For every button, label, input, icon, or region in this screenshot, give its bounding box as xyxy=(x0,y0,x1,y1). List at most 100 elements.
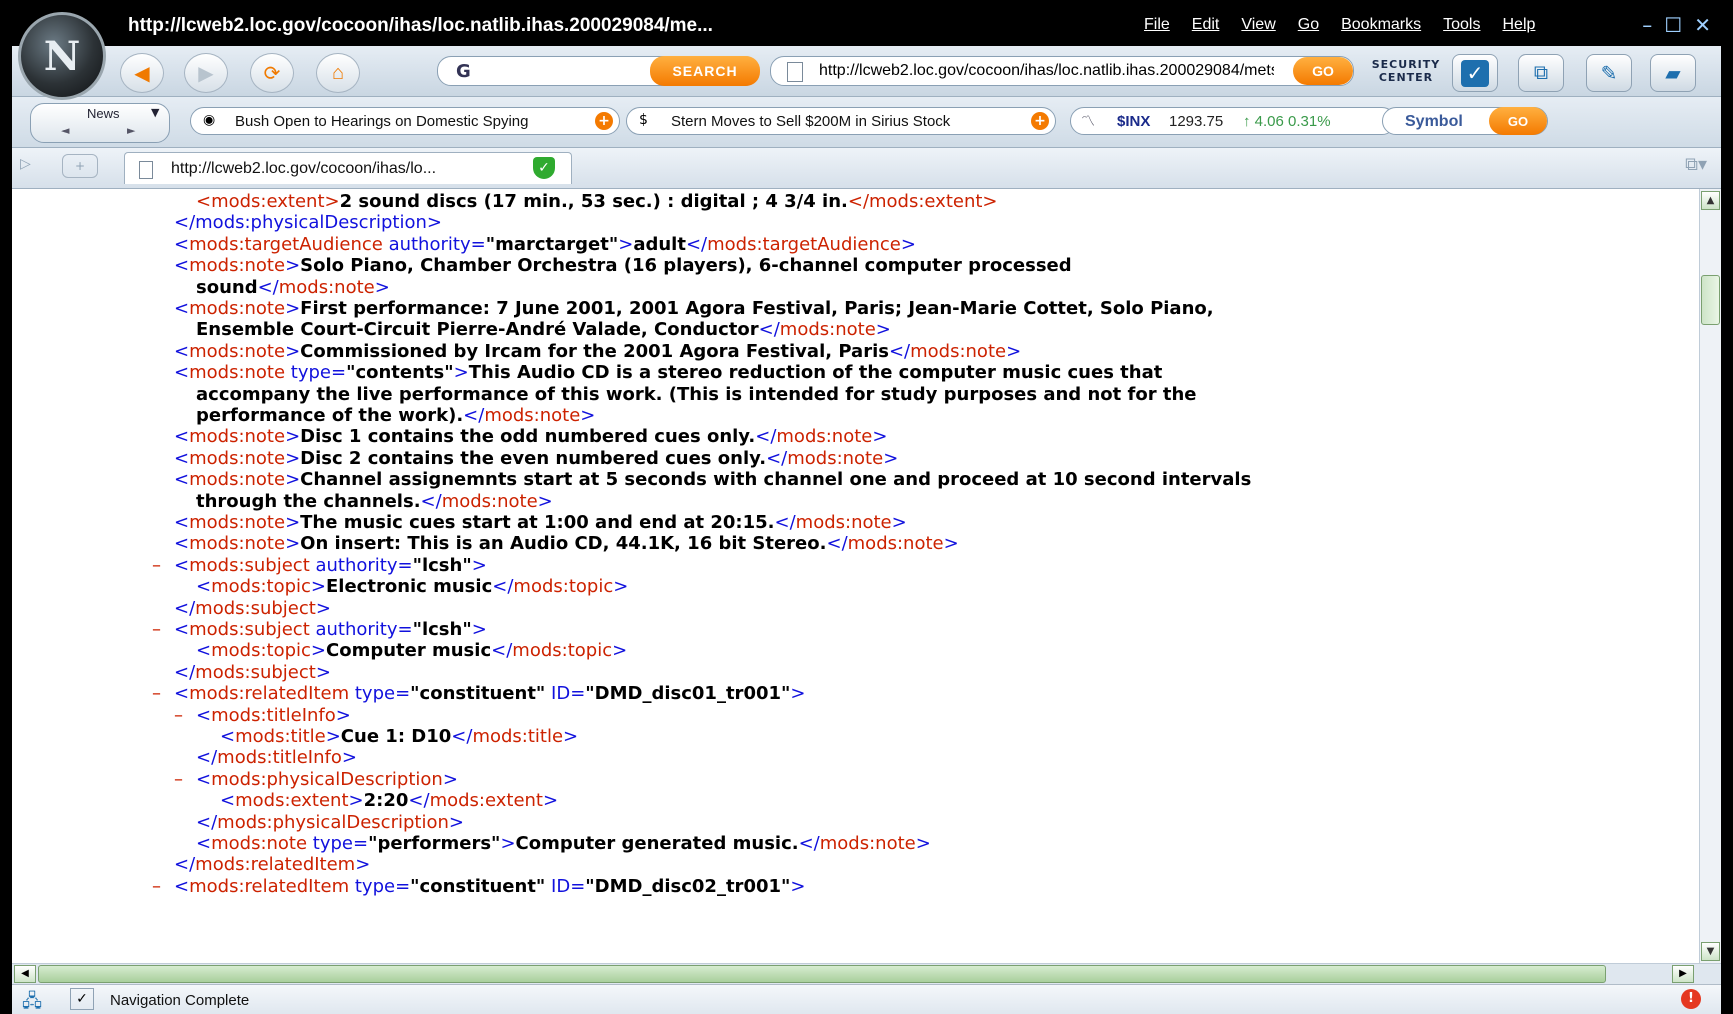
collapse-toggle[interactable]: – xyxy=(152,876,161,898)
security-shield-button[interactable]: ✓ xyxy=(1452,54,1498,92)
xml-markup: > xyxy=(790,875,806,897)
xml-markup: </ xyxy=(492,576,514,598)
symbol-go-button[interactable]: GO xyxy=(1489,107,1547,135)
xml-value: "constituent" xyxy=(410,875,546,897)
xml-markup: mods:extent xyxy=(235,790,349,812)
go-button[interactable]: GO xyxy=(1293,57,1353,85)
url-input[interactable]: http://lcweb2.loc.gov/cocoon/ihas/loc.na… xyxy=(819,62,1274,80)
tab-list-icon[interactable]: ⧉▾ xyxy=(1685,154,1707,175)
menu-file[interactable]: File xyxy=(1144,16,1170,34)
xml-value: First performance: 7 June 2001, 2001 Ago… xyxy=(300,298,1214,319)
security-center-label[interactable]: SECURITY CENTER xyxy=(1366,58,1446,84)
home-button[interactable]: ⌂ xyxy=(316,53,360,93)
xml-markup: > xyxy=(883,447,899,469)
prev-news-icon[interactable]: ◄ xyxy=(61,124,69,137)
xml-markup: </ xyxy=(755,426,777,448)
chevron-down-icon: ▼ xyxy=(151,106,160,119)
xml-value: Channel assignemnts start at 5 seconds w… xyxy=(300,469,1252,491)
minimize-button[interactable]: – xyxy=(1642,13,1652,37)
xml-markup: mods:targetAudience xyxy=(707,233,901,255)
xml-markup: < xyxy=(174,447,190,469)
scroll-left-button[interactable]: ◀ xyxy=(14,965,36,983)
xml-markup: </ xyxy=(766,447,788,469)
collapse-toggle[interactable]: – xyxy=(174,769,183,791)
xml-markup: > xyxy=(285,255,301,277)
collapse-toggle[interactable]: – xyxy=(152,683,161,705)
xml-markup: </ xyxy=(491,640,513,662)
xml-markup: > xyxy=(500,833,516,854)
xml-line: <mods:targetAudience authority="marctarg… xyxy=(174,234,916,256)
xml-line: <mods:topic>Electronic music</mods:topic… xyxy=(196,576,628,598)
connection-icon[interactable]: 🖧 xyxy=(22,989,42,1014)
scroll-thumb[interactable] xyxy=(1701,275,1720,325)
xml-markup: </ xyxy=(758,319,780,341)
search-button[interactable]: SEARCH xyxy=(650,56,760,86)
collapse-toggle[interactable]: – xyxy=(174,705,183,727)
menu-go[interactable]: Go xyxy=(1298,16,1319,34)
xml-markup: > xyxy=(325,726,341,747)
news-item[interactable]: $ Stern Moves to Sell $200M in Sirius St… xyxy=(626,107,1056,135)
xml-markup: < xyxy=(174,255,190,277)
news-toolbar: News ▼ ◄ ► ◉ Bush Open to Hearings on Do… xyxy=(12,97,1721,148)
horizontal-scroll-thumb[interactable] xyxy=(38,965,1606,983)
menu-view[interactable]: View xyxy=(1241,16,1275,34)
xml-markup: mods:note xyxy=(776,426,873,448)
reload-icon: ⟳ xyxy=(263,62,281,85)
xml-markup: mods:note xyxy=(847,533,944,555)
tab-current[interactable]: http://lcweb2.loc.gov/cocoon/ihas/lo... … xyxy=(124,152,572,184)
new-tab-button[interactable]: + xyxy=(62,154,98,178)
xml-line: Ensemble Court-Circuit Pierre-André Vala… xyxy=(196,319,891,341)
xml-markup: </ xyxy=(798,833,820,854)
vertical-scrollbar[interactable]: ▲ ▼ xyxy=(1699,189,1721,963)
scroll-right-button[interactable]: ▶ xyxy=(1672,965,1694,983)
xml-markup: mods:topic xyxy=(211,576,311,598)
collapse-toggle[interactable]: – xyxy=(152,555,161,577)
add-icon[interactable]: + xyxy=(1031,112,1049,130)
news-item[interactable]: ◉ Bush Open to Hearings on Domestic Spyi… xyxy=(190,107,620,135)
address-bar[interactable]: http://lcweb2.loc.gov/cocoon/ihas/loc.na… xyxy=(770,56,1354,86)
xml-markup: < xyxy=(174,233,190,255)
home-icon: ⌂ xyxy=(331,61,345,84)
xml-value: 2 sound discs (17 min., 53 sec.) : digit… xyxy=(339,191,848,212)
horizontal-scrollbar[interactable]: ◀ ▶ xyxy=(12,963,1721,984)
scroll-up-button[interactable]: ▲ xyxy=(1701,191,1720,210)
news-label: News xyxy=(87,106,120,121)
tab-bar: ▷ + http://lcweb2.loc.gov/cocoon/ihas/lo… xyxy=(12,148,1721,189)
xml-markup: > xyxy=(613,576,629,598)
next-news-icon[interactable]: ► xyxy=(127,124,135,137)
search-box[interactable]: G SEARCH xyxy=(437,56,760,86)
maximize-button[interactable]: ☐ xyxy=(1664,13,1682,37)
edit-button[interactable]: ✎ xyxy=(1586,54,1632,92)
scroll-down-button[interactable]: ▼ xyxy=(1701,942,1720,961)
alert-icon[interactable]: ! xyxy=(1681,989,1701,1009)
xml-line: accompany the live performance of this w… xyxy=(196,384,1196,406)
collapse-toggle[interactable]: – xyxy=(152,619,161,641)
forward-button[interactable]: ▶ xyxy=(184,53,228,93)
xml-markup: </ xyxy=(888,340,911,362)
xml-line: </mods:physicalDescription> xyxy=(196,812,464,834)
news-selector[interactable]: News ▼ ◄ ► xyxy=(30,103,170,143)
reload-button[interactable]: ⟳ xyxy=(250,53,294,93)
xml-line: <mods:note>First performance: 7 June 200… xyxy=(174,298,1214,320)
back-button[interactable]: ◀ xyxy=(120,53,164,93)
xml-markup: > xyxy=(563,726,579,747)
netscape-logo-icon[interactable]: N xyxy=(18,12,106,100)
stock-ticker[interactable]: 〽 $INX 1293.75 ↑ 4.06 0.31% xyxy=(1070,107,1396,135)
sidebar-toggle-icon[interactable]: ▷ xyxy=(20,156,31,172)
xml-value: adult xyxy=(633,233,686,255)
close-button[interactable]: ✕ xyxy=(1694,13,1711,37)
menu-bookmarks[interactable]: Bookmarks xyxy=(1341,16,1421,34)
xml-markup: </ xyxy=(174,854,196,876)
clear-button[interactable]: ▰ xyxy=(1650,54,1696,92)
menu-help[interactable]: Help xyxy=(1502,16,1535,34)
menu-edit[interactable]: Edit xyxy=(1192,16,1220,34)
symbol-lookup[interactable]: Symbol GO xyxy=(1382,107,1548,135)
add-icon[interactable]: + xyxy=(595,112,613,130)
xml-markup: > xyxy=(448,811,464,833)
windows-button[interactable]: ⧉ xyxy=(1518,54,1564,92)
menu-tools[interactable]: Tools xyxy=(1443,16,1480,34)
xml-markup: mods:title xyxy=(472,726,564,747)
xml-markup: </ xyxy=(420,490,442,512)
eraser-icon: ▰ xyxy=(1665,62,1681,85)
search-engine-icon[interactable]: G xyxy=(456,61,471,82)
